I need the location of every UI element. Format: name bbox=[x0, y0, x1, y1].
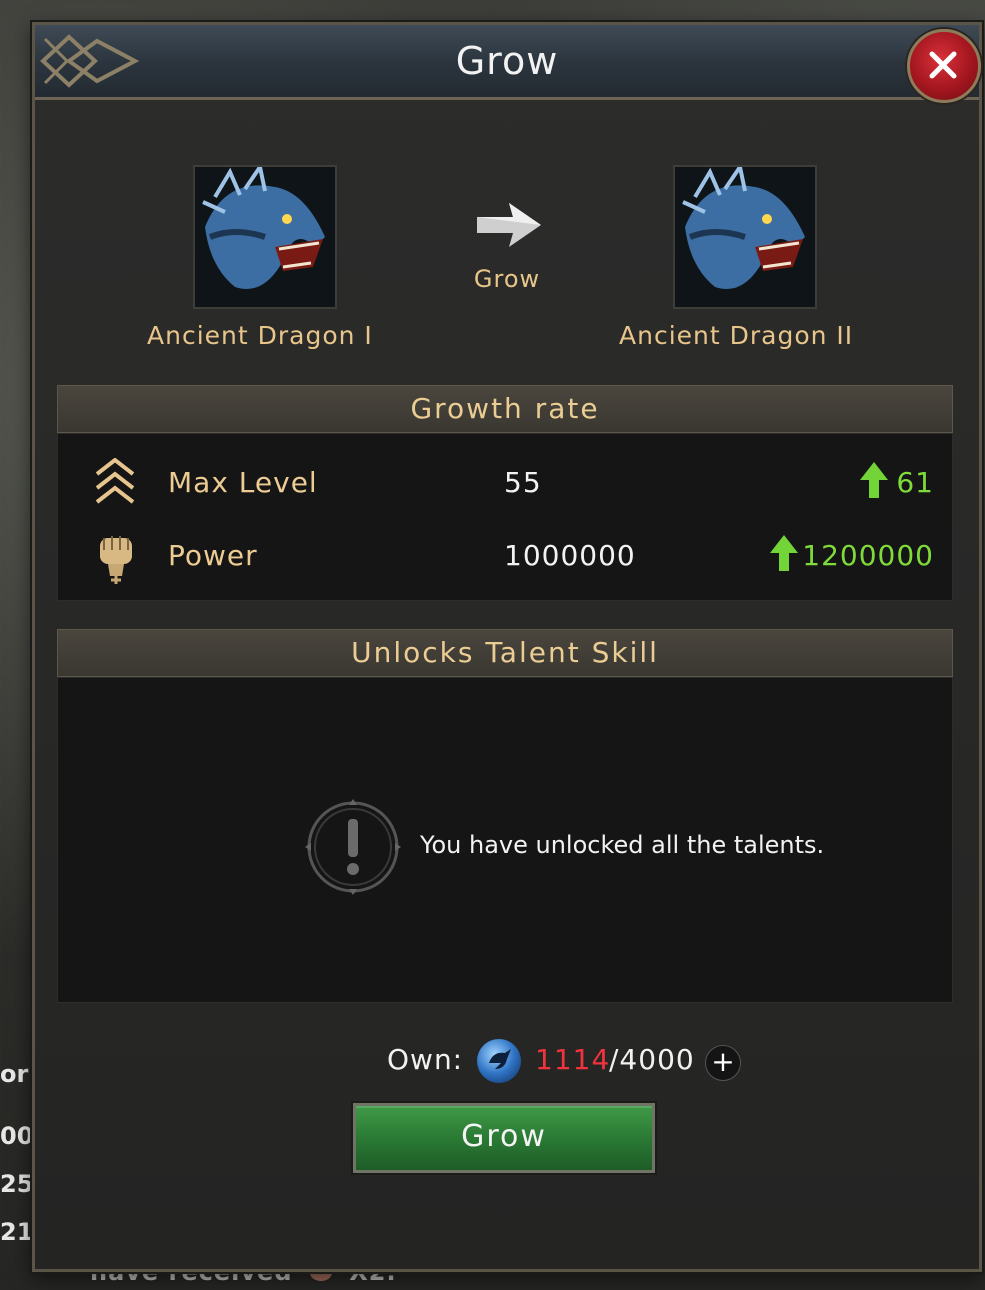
own-label: Own: bbox=[387, 1043, 464, 1076]
max-level-current: 55 bbox=[504, 466, 542, 499]
grow-dialog: Grow Ancient Dragon I Grow Ancient Drago… bbox=[32, 22, 982, 1272]
chevron-up-stack-icon bbox=[95, 458, 135, 504]
background-text: 21 bbox=[0, 1218, 34, 1246]
increase-arrow-icon bbox=[860, 462, 888, 498]
grow-arrow-label: Grow bbox=[473, 265, 541, 293]
arrow-right-icon bbox=[477, 203, 541, 247]
max-level-label: Max Level bbox=[168, 466, 318, 499]
dragon-name-current: Ancient Dragon I bbox=[147, 321, 373, 350]
talent-status-message: You have unlocked all the talents. bbox=[420, 831, 825, 859]
increase-arrow-icon bbox=[770, 535, 798, 571]
close-button[interactable] bbox=[907, 29, 981, 103]
grow-button[interactable]: Grow bbox=[353, 1103, 655, 1173]
title-bar: Grow bbox=[35, 25, 981, 103]
fist-icon bbox=[100, 536, 132, 584]
growth-rate-header: Growth rate bbox=[57, 385, 953, 433]
dialog-title: Grow bbox=[455, 39, 559, 83]
dragon-orb-icon bbox=[477, 1039, 521, 1083]
add-resource-button[interactable]: + bbox=[705, 1045, 741, 1081]
dragon-portrait-current bbox=[193, 165, 337, 309]
own-current-amount: 1114 bbox=[535, 1043, 611, 1076]
dragon-name-next: Ancient Dragon II bbox=[619, 321, 854, 350]
power-current: 1000000 bbox=[504, 539, 636, 572]
growth-rate-panel: Max Level 55 61 Power 1000000 1200000 bbox=[57, 433, 953, 601]
close-icon bbox=[929, 51, 957, 79]
dragon-head-icon bbox=[675, 167, 815, 307]
power-next: 1200000 bbox=[802, 539, 934, 572]
max-level-next: 61 bbox=[896, 466, 934, 499]
background-text: or bbox=[0, 1060, 29, 1088]
background-text: 25 bbox=[0, 1170, 34, 1198]
background-text: 00 bbox=[0, 1122, 34, 1150]
exclamation-icon bbox=[305, 799, 401, 895]
dragon-head-icon bbox=[195, 167, 335, 307]
talent-skill-header: Unlocks Talent Skill bbox=[57, 629, 953, 677]
own-required-amount: /4000 bbox=[609, 1043, 695, 1076]
power-label: Power bbox=[168, 539, 258, 572]
dragon-portrait-next bbox=[673, 165, 817, 309]
